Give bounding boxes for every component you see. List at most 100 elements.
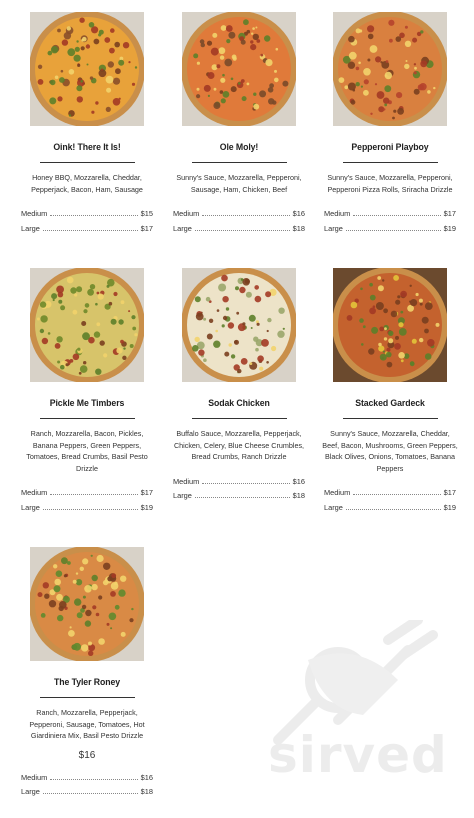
price-row-large: Large $18: [21, 787, 153, 802]
dot-leader: [50, 778, 138, 780]
menu-item-title: The Tyler Roney: [54, 677, 120, 688]
title-divider: [39, 162, 135, 163]
price-value: $15: [140, 209, 153, 218]
size-label: Large: [324, 502, 343, 512]
price-row-large: Large $19: [324, 503, 456, 518]
menu-item-title: Stacked Gardeck: [355, 398, 425, 409]
menu-item-card[interactable]: Stacked Gardeck Sunny's Sauce, Mozzarell…: [320, 268, 460, 517]
price-value: $18: [292, 223, 305, 233]
dot-leader: [50, 214, 138, 216]
size-label: Large: [324, 223, 343, 233]
size-label: Medium: [173, 476, 200, 486]
title-divider: [342, 162, 438, 163]
price-value: $18: [140, 787, 153, 796]
title-divider: [191, 418, 287, 419]
menu-item-card[interactable]: The Tyler Roney Ranch, Mozzarella, Peppe…: [17, 547, 157, 802]
dot-leader: [345, 229, 441, 231]
menu-item-description: Buffalo Sauce, Mozzarella, Pepperjack, C…: [173, 429, 305, 461]
dot-leader: [202, 482, 290, 484]
price-value: $17: [140, 488, 153, 497]
size-label: Large: [21, 787, 40, 796]
title-divider: [342, 418, 438, 419]
price-list: Medium $16 Large $18: [17, 773, 157, 802]
dot-leader: [194, 229, 290, 231]
size-label: Medium: [324, 209, 351, 218]
price-list: Medium $17 Large $19: [320, 209, 460, 238]
price-row-large: Large $18: [173, 224, 305, 239]
price-list: Medium $16 Large $18: [169, 209, 309, 238]
price-row-large: Large $17: [21, 224, 153, 239]
price-list: Medium $15 Large $17: [17, 209, 157, 238]
price-row-medium: Medium $16: [21, 773, 153, 788]
price-row-medium: Medium $17: [324, 209, 456, 224]
menu-item-title: Ole Moly!: [219, 142, 259, 153]
pizza-photo: [333, 12, 447, 126]
price-value: $19: [140, 502, 153, 512]
pizza-illustration: [182, 12, 296, 126]
dot-leader: [345, 508, 441, 510]
menu-item-description: Ranch, Mozzarella, Pepperjack, Pepperoni…: [29, 708, 145, 740]
size-label: Medium: [21, 488, 48, 497]
size-label: Medium: [324, 488, 351, 497]
price-row-medium: Medium $16: [173, 477, 305, 492]
menu-item-title: Pickle Me Timbers: [49, 398, 125, 409]
price-list: Medium $17 Large $19: [320, 488, 460, 517]
dot-leader: [202, 214, 290, 216]
size-label: Medium: [173, 209, 200, 218]
menu-item-description: Honey BBQ, Mozzarella, Cheddar, Pepperja…: [31, 173, 143, 194]
size-label: Large: [173, 491, 192, 500]
price-value: $17: [140, 223, 153, 233]
menu-item-title: Oink! There It Is!: [53, 142, 121, 153]
price-row-medium: Medium $17: [21, 488, 153, 503]
pizza-photo: [182, 268, 296, 382]
dot-leader: [50, 493, 138, 495]
price-row-medium: Medium $16: [173, 209, 305, 224]
menu-item-card[interactable]: Sodak Chicken Buffalo Sauce, Mozzarella,…: [169, 268, 309, 506]
price-value: $16: [292, 476, 305, 486]
dot-leader: [353, 493, 441, 495]
pizza-photo: [30, 547, 144, 661]
menu-item-title: Sodak Chicken: [208, 398, 270, 409]
price-value: $16: [140, 772, 153, 782]
menu-item-description: Sunny's Sauce, Mozzarella, Cheddar, Beef…: [322, 429, 458, 473]
price-value: $19: [443, 223, 456, 233]
menu-item-price: $16: [78, 749, 96, 761]
price-list: Medium $16 Large $18: [169, 477, 309, 506]
menu-item-card[interactable]: Pepperoni Playboy Sunny's Sauce, Mozzare…: [320, 12, 460, 238]
price-row-medium: Medium $17: [324, 488, 456, 503]
pizza-illustration: [333, 12, 447, 126]
price-row-large: Large $19: [21, 503, 153, 518]
menu-item-card[interactable]: Oink! There It Is! Honey BBQ, Mozzarella…: [17, 12, 157, 238]
title-divider: [191, 162, 287, 163]
pizza-illustration: [30, 12, 144, 126]
pizza-illustration: [30, 547, 144, 661]
menu-item-title: Pepperoni Playboy: [351, 142, 429, 153]
pizza-photo: [30, 268, 144, 382]
price-value: $19: [443, 502, 456, 512]
price-value: $17: [443, 209, 456, 218]
menu-item-description: Ranch, Mozzarella, Bacon, Pickles, Banan…: [26, 429, 148, 473]
price-row-large: Large $18: [173, 491, 305, 506]
dot-leader: [353, 214, 441, 216]
size-label: Large: [21, 502, 40, 512]
pizza-illustration: [333, 268, 447, 382]
title-divider: [39, 697, 135, 698]
price-row-medium: Medium $15: [21, 209, 153, 224]
dot-leader: [42, 229, 138, 231]
menu-item-card[interactable]: Pickle Me Timbers Ranch, Mozzarella, Bac…: [17, 268, 157, 517]
size-label: Medium: [21, 209, 48, 218]
price-list: Medium $17 Large $19: [17, 488, 157, 517]
menu-item-description: Sunny's Sauce, Mozzarella, Pepperoni, Sa…: [176, 173, 302, 194]
dot-leader: [42, 792, 138, 794]
pizza-illustration: [30, 268, 144, 382]
size-label: Large: [173, 223, 192, 233]
menu-item-card[interactable]: Ole Moly! Sunny's Sauce, Mozzarella, Pep…: [169, 12, 309, 238]
dot-leader: [42, 508, 138, 510]
price-value: $17: [443, 488, 456, 497]
pizza-illustration: [182, 268, 296, 382]
size-label: Medium: [21, 772, 48, 782]
pizza-photo: [30, 12, 144, 126]
watermark-text: sirved: [268, 726, 448, 784]
price-value: $18: [292, 491, 305, 500]
price-value: $16: [292, 209, 305, 218]
